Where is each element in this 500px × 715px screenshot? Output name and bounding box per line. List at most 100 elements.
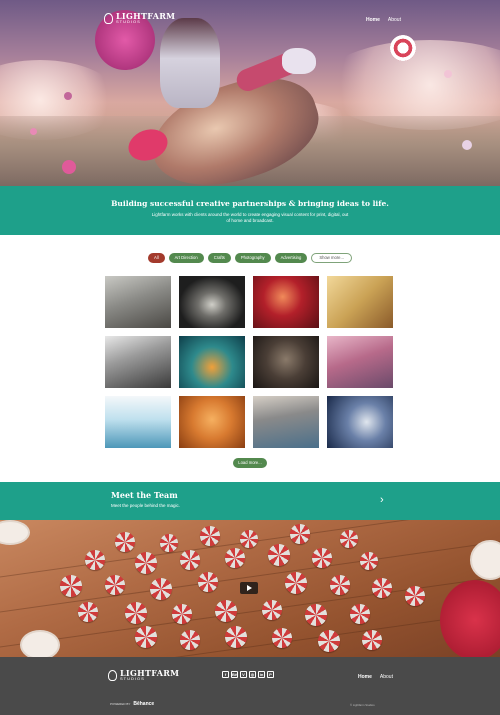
peppermint-candy	[78, 602, 98, 622]
nav-about[interactable]: About	[388, 17, 401, 23]
peppermint-candy	[340, 530, 358, 548]
social-links: f Bē V ◎ in P	[222, 671, 274, 678]
filter-crafts[interactable]: Crafts	[207, 253, 231, 263]
peppermint-candy	[372, 578, 392, 598]
paper-cup	[0, 520, 30, 545]
instagram-icon[interactable]: ◎	[249, 671, 256, 678]
behance-logo: Bēhance	[133, 701, 155, 707]
footer-logo[interactable]: LIGHTFARM STUDIOS	[108, 669, 179, 681]
copyright: © Lightfarm Studios	[350, 703, 375, 707]
peppermint-candy	[272, 628, 292, 648]
filter-advertising[interactable]: Advertising	[274, 253, 308, 263]
character-shoe	[282, 48, 316, 74]
project-thumbnail[interactable]	[253, 396, 319, 448]
project-thumbnail[interactable]	[327, 396, 393, 448]
powered-by[interactable]: POWERED BY Bēhance	[110, 701, 154, 707]
peppermint-candy	[160, 534, 178, 552]
project-thumbnail[interactable]	[105, 396, 171, 448]
peppermint-candy	[312, 548, 332, 568]
lightbulb-icon	[108, 669, 117, 681]
filter-art-direction[interactable]: Art Direction	[168, 253, 204, 263]
project-thumbnail[interactable]	[105, 276, 171, 328]
peppermint-candy	[362, 630, 382, 650]
load-more-button[interactable]: Load more...	[233, 458, 267, 468]
linkedin-icon[interactable]: in	[258, 671, 265, 678]
project-thumbnail[interactable]	[179, 336, 245, 388]
behance-icon[interactable]: Bē	[231, 671, 238, 678]
peppermint-candy	[125, 602, 147, 624]
peppermint-candy	[225, 548, 245, 568]
peppermint-candy	[290, 524, 310, 544]
project-thumbnail[interactable]	[327, 336, 393, 388]
filter-all[interactable]: All	[147, 253, 165, 263]
chevron-right-icon[interactable]: ›	[380, 495, 384, 506]
peppermint-candy	[350, 604, 370, 624]
project-thumbnail[interactable]	[253, 336, 319, 388]
project-thumbnail[interactable]	[327, 276, 393, 328]
wood-plank-line	[0, 606, 500, 657]
candy	[64, 92, 72, 100]
peppermint-candy	[285, 572, 307, 594]
vimeo-icon[interactable]: V	[240, 671, 247, 678]
facebook-icon[interactable]: f	[222, 671, 229, 678]
candy	[444, 70, 452, 78]
peppermint-candy	[60, 575, 82, 597]
character-body	[160, 18, 220, 108]
intro-banner: Building successful creative partnership…	[0, 186, 500, 235]
candy	[462, 140, 472, 150]
peppermint-candy	[215, 600, 237, 622]
peppermint-candy	[198, 572, 218, 592]
site-footer: LIGHTFARM STUDIOS f Bē V ◎ in P Home Abo…	[0, 657, 500, 715]
footer-nav-about[interactable]: About	[380, 674, 393, 680]
peppermint-candy	[268, 544, 290, 566]
footer-nav: Home About	[358, 674, 393, 680]
hero-banner: LIGHTFARM STUDIOS Home About	[0, 0, 500, 186]
intro-description: Lightfarm works with clients around the …	[151, 212, 349, 223]
project-grid	[105, 276, 395, 448]
project-thumbnail[interactable]	[105, 336, 171, 388]
peppermint-candy	[115, 532, 135, 552]
project-thumbnail[interactable]	[253, 276, 319, 328]
paper-cup	[470, 540, 500, 580]
peppermint-candy	[105, 575, 125, 595]
peppermint-candy	[405, 586, 425, 606]
brand-logo[interactable]: LIGHTFARM STUDIOS	[104, 12, 175, 24]
project-thumbnail[interactable]	[179, 396, 245, 448]
team-banner[interactable]: Meet the Team Meet the people behind the…	[0, 482, 500, 520]
wood-plank-line	[0, 520, 500, 580]
play-button-icon[interactable]	[240, 582, 258, 594]
powered-by-label: POWERED BY	[110, 702, 131, 706]
peppermint-candy	[135, 552, 157, 574]
paper-cup	[440, 580, 500, 657]
nav-home[interactable]: Home	[366, 17, 380, 23]
candy	[62, 160, 76, 174]
brand-sub: STUDIOS	[116, 19, 141, 24]
project-thumbnail[interactable]	[179, 276, 245, 328]
team-title: Meet the Team	[111, 490, 178, 500]
paper-cup	[20, 630, 60, 657]
peppermint-candy	[180, 630, 200, 650]
peppermint-candy	[172, 604, 192, 624]
peppermint-candy	[262, 600, 282, 620]
peppermint-candy	[330, 575, 350, 595]
top-nav: Home About	[366, 17, 401, 23]
peppermint-candy	[240, 530, 258, 548]
filter-show-more[interactable]: Show more...	[311, 253, 352, 263]
peppermint-candy	[200, 526, 220, 546]
pinterest-icon[interactable]: P	[267, 671, 274, 678]
brand-sub: STUDIOS	[120, 676, 145, 681]
team-subtitle: Meet the people behind the magic.	[111, 503, 181, 508]
intro-headline: Building successful creative partnership…	[111, 199, 389, 208]
peppermint-candy	[305, 604, 327, 626]
candy	[390, 35, 416, 61]
peppermint-candy	[360, 552, 378, 570]
peppermint-candy	[318, 630, 340, 652]
peppermint-candy	[225, 626, 247, 648]
filter-photography[interactable]: Photography	[234, 253, 271, 263]
peppermint-candy	[180, 550, 200, 570]
candy	[30, 128, 37, 135]
footer-nav-home[interactable]: Home	[358, 674, 372, 680]
lightbulb-icon	[104, 12, 113, 24]
peppermint-candy	[135, 626, 157, 648]
project-filters: All Art Direction Crafts Photography Adv…	[0, 253, 500, 263]
